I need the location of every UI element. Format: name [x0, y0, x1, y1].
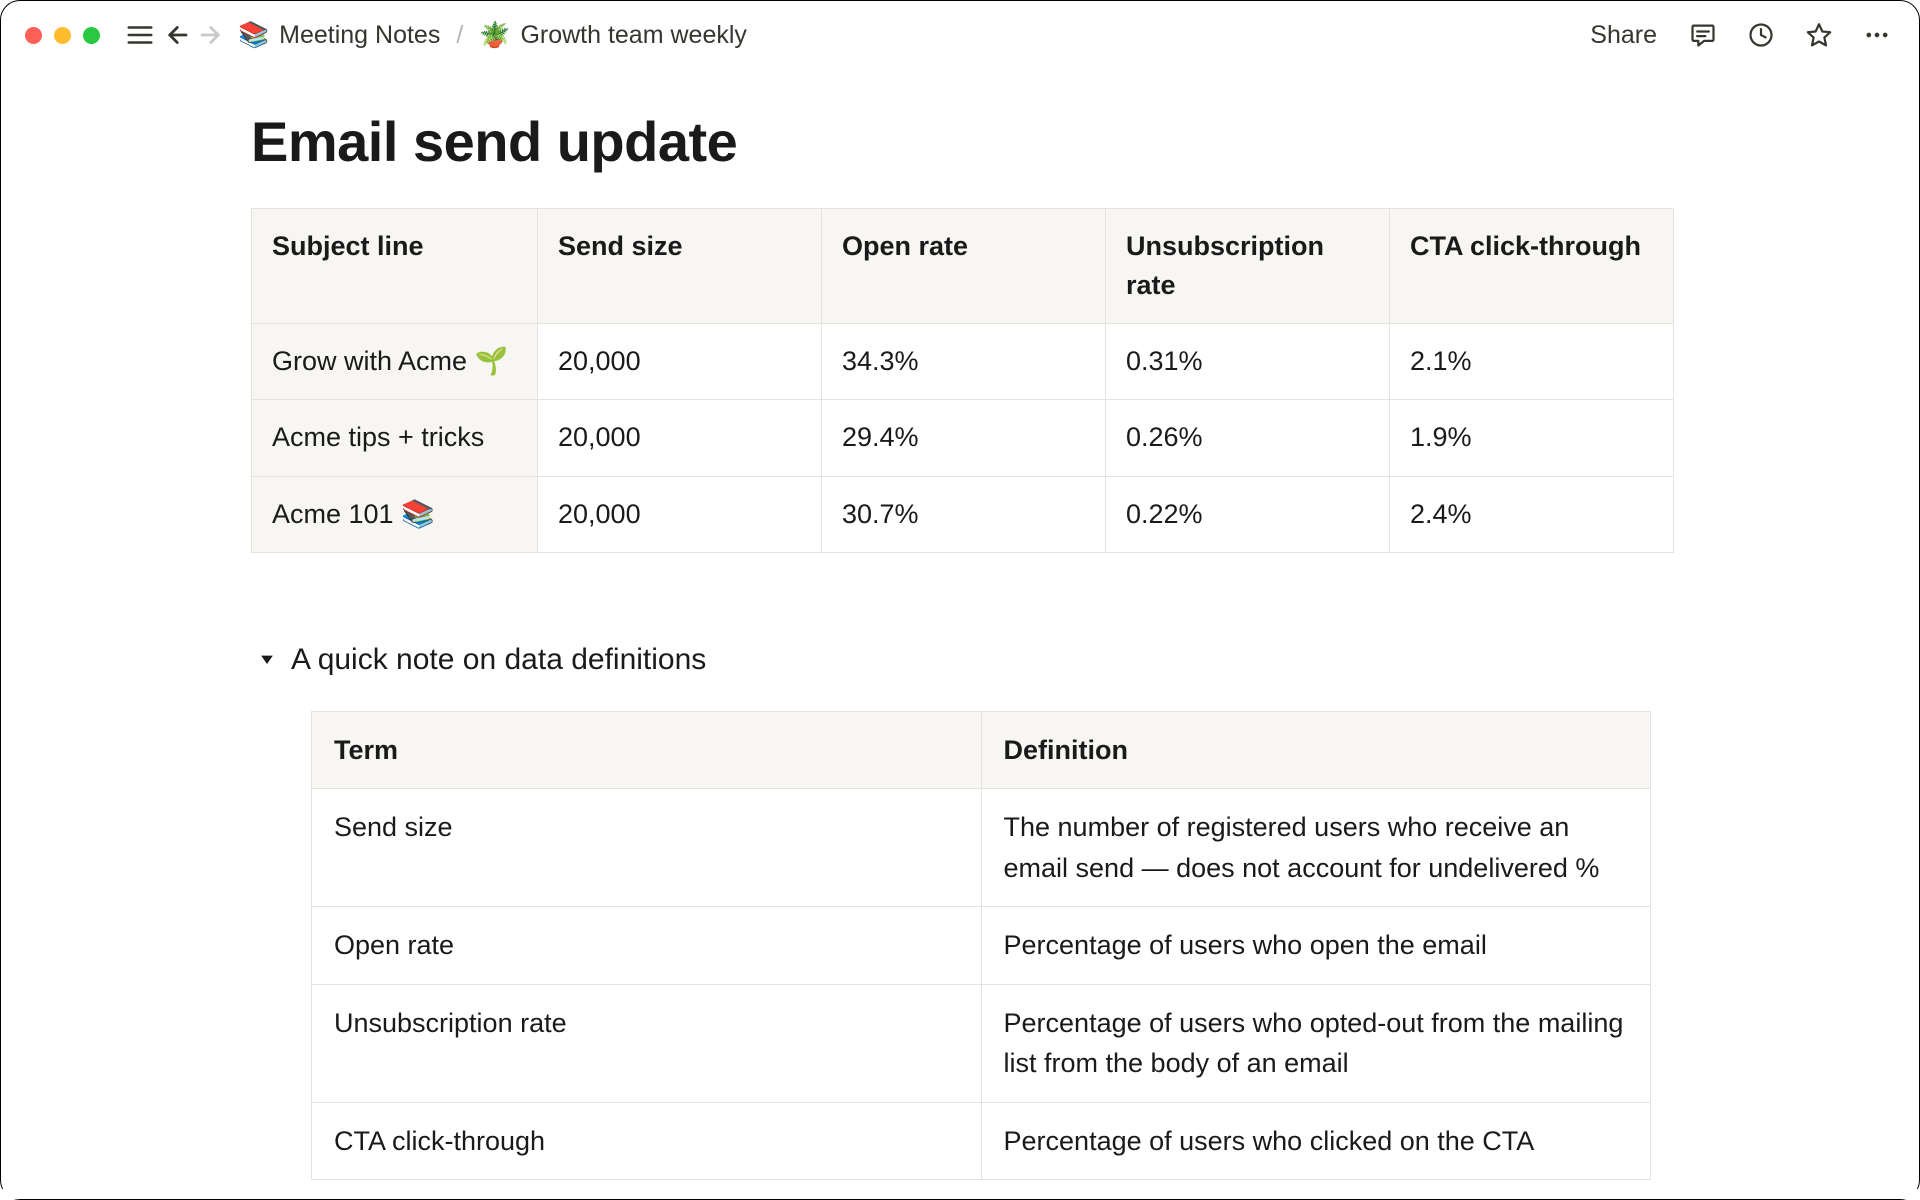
window-minimize-button[interactable]: [54, 27, 71, 44]
cell-term[interactable]: CTA click-through: [312, 1102, 982, 1180]
breadcrumb-parent-label: Meeting Notes: [279, 21, 440, 50]
favorite-button[interactable]: [1801, 17, 1837, 53]
col-send-size[interactable]: Send size: [538, 209, 822, 324]
cell-unsub-rate[interactable]: 0.31%: [1106, 324, 1390, 400]
cell-definition[interactable]: Percentage of users who open the email: [981, 907, 1650, 985]
nav-forward-button[interactable]: [194, 17, 230, 53]
comments-button[interactable]: [1685, 17, 1721, 53]
cell-subject[interactable]: Acme 101 📚: [252, 476, 538, 552]
nav-back-button[interactable]: [158, 17, 194, 53]
breadcrumb: 📚 Meeting Notes / 🪴 Growth team weekly: [236, 17, 749, 54]
cell-subject[interactable]: Acme tips + tricks: [252, 400, 538, 476]
col-term[interactable]: Term: [312, 711, 982, 789]
toggle-header[interactable]: A quick note on data definitions: [257, 643, 1671, 677]
cell-send-size[interactable]: 20,000: [538, 400, 822, 476]
cell-cta[interactable]: 2.4%: [1390, 476, 1674, 552]
cell-term[interactable]: Send size: [312, 789, 982, 907]
topbar: 📚 Meeting Notes / 🪴 Growth team weekly S…: [1, 1, 1919, 69]
cell-unsub-rate[interactable]: 0.22%: [1106, 476, 1390, 552]
cell-term[interactable]: Unsubscription rate: [312, 984, 982, 1102]
breadcrumb-separator: /: [452, 21, 467, 50]
window-close-button[interactable]: [25, 27, 42, 44]
table-row[interactable]: Grow with Acme 🌱 20,000 34.3% 0.31% 2.1%: [252, 324, 1674, 400]
breadcrumb-current[interactable]: 🪴 Growth team weekly: [477, 17, 749, 54]
metrics-table: Subject line Send size Open rate Unsubsc…: [251, 208, 1674, 553]
table-row[interactable]: Unsubscription rate Percentage of users …: [312, 984, 1651, 1102]
col-unsubscription-rate[interactable]: Unsubscription rate: [1106, 209, 1390, 324]
updates-button[interactable]: [1743, 17, 1779, 53]
cell-definition[interactable]: Percentage of users who opted-out from t…: [981, 984, 1650, 1102]
more-button[interactable]: [1859, 17, 1895, 53]
cell-definition[interactable]: The number of registered users who recei…: [981, 789, 1650, 907]
toggle-body: Term Definition Send size The number of …: [311, 711, 1671, 1181]
col-subject-line[interactable]: Subject line: [252, 209, 538, 324]
cell-definition[interactable]: Percentage of users who clicked on the C…: [981, 1102, 1650, 1180]
table-header-row: Subject line Send size Open rate Unsubsc…: [252, 209, 1674, 324]
sidebar-toggle-button[interactable]: [122, 17, 158, 53]
cell-subject[interactable]: Grow with Acme 🌱: [252, 324, 538, 400]
table-header-row: Term Definition: [312, 711, 1651, 789]
table-row[interactable]: CTA click-through Percentage of users wh…: [312, 1102, 1651, 1180]
col-definition[interactable]: Definition: [981, 711, 1650, 789]
share-button[interactable]: Share: [1584, 17, 1663, 54]
table-row[interactable]: Open rate Percentage of users who open t…: [312, 907, 1651, 985]
window-fullscreen-button[interactable]: [83, 27, 100, 44]
table-row[interactable]: Acme tips + tricks 20,000 29.4% 0.26% 1.…: [252, 400, 1674, 476]
cell-cta[interactable]: 2.1%: [1390, 324, 1674, 400]
breadcrumb-parent[interactable]: 📚 Meeting Notes: [236, 17, 442, 54]
cell-open-rate[interactable]: 34.3%: [822, 324, 1106, 400]
cell-term[interactable]: Open rate: [312, 907, 982, 985]
topbar-actions: Share: [1584, 17, 1895, 54]
cell-unsub-rate[interactable]: 0.26%: [1106, 400, 1390, 476]
window-traffic-lights: [25, 27, 100, 44]
col-cta-click-through[interactable]: CTA click-through: [1390, 209, 1674, 324]
col-open-rate[interactable]: Open rate: [822, 209, 1106, 324]
cell-open-rate[interactable]: 30.7%: [822, 476, 1106, 552]
cell-open-rate[interactable]: 29.4%: [822, 400, 1106, 476]
page: Email send update Subject line Send size…: [1, 69, 1919, 1180]
page-title: Email send update: [251, 109, 1671, 174]
books-icon: 📚: [238, 23, 269, 48]
cell-cta[interactable]: 1.9%: [1390, 400, 1674, 476]
table-row[interactable]: Send size The number of registered users…: [312, 789, 1651, 907]
cell-send-size[interactable]: 20,000: [538, 476, 822, 552]
viewport-cutoff: [1, 1189, 1919, 1199]
plant-icon: 🪴: [479, 23, 510, 48]
table-row[interactable]: Acme 101 📚 20,000 30.7% 0.22% 2.4%: [252, 476, 1674, 552]
cell-send-size[interactable]: 20,000: [538, 324, 822, 400]
page-content: Email send update Subject line Send size…: [251, 109, 1671, 1180]
toggle-title: A quick note on data definitions: [291, 643, 706, 677]
toggle-block-definitions: A quick note on data definitions Term De…: [257, 643, 1671, 1181]
caret-down-icon: [257, 643, 277, 677]
breadcrumb-current-label: Growth team weekly: [520, 21, 746, 50]
definitions-table: Term Definition Send size The number of …: [311, 711, 1651, 1181]
